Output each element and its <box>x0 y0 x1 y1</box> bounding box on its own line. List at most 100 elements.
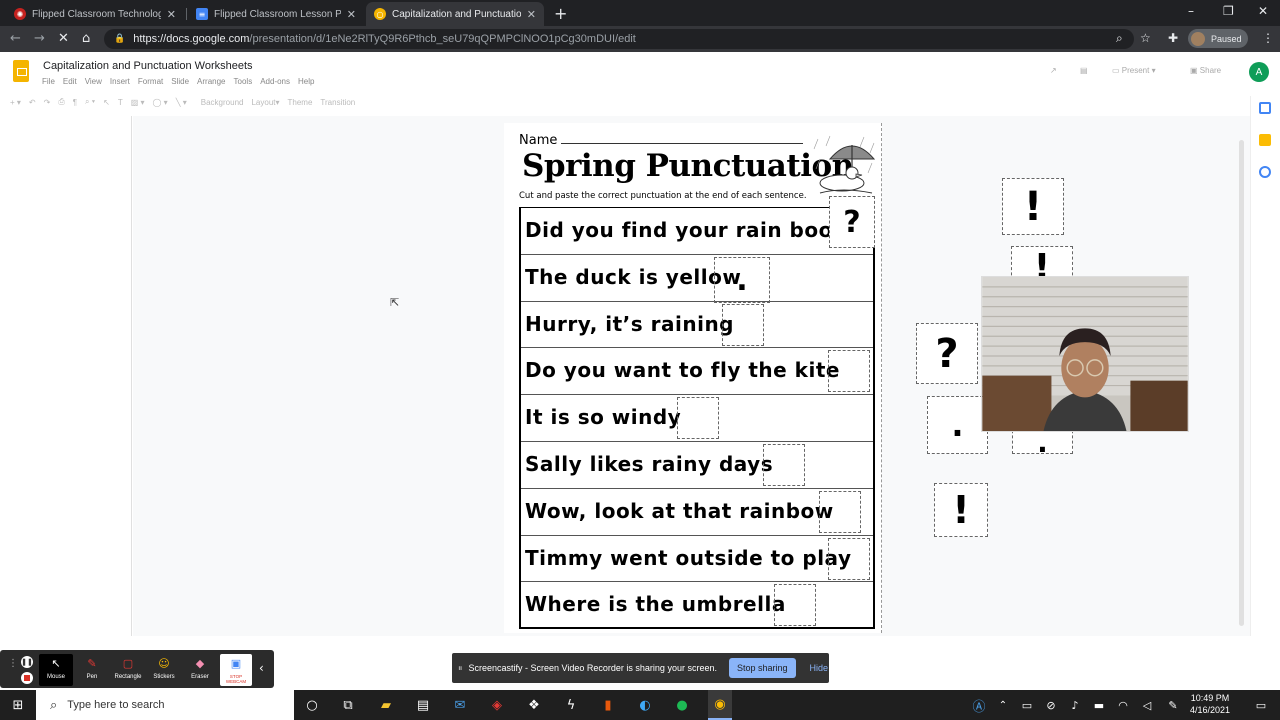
spotify-icon[interactable]: ● <box>673 697 691 713</box>
select-icon[interactable]: ↖ <box>103 98 110 107</box>
image-icon[interactable]: ▨ ▾ <box>131 98 145 107</box>
edge-icon[interactable]: ◐ <box>636 697 654 713</box>
address-bar[interactable]: 🔒 https://docs.google.com/presentation/d… <box>104 29 1134 49</box>
stickers-tool[interactable]: ☺ Stickers <box>147 654 181 686</box>
period-piece[interactable]: . <box>927 396 988 454</box>
tab-flipped-technology[interactable]: ✺ Flipped Classroom Technology A ✕ <box>6 2 184 26</box>
collapse-chevron-icon[interactable]: ‹ <box>259 661 264 675</box>
taskbar-search[interactable]: ⌕ Type here to search <box>36 690 294 720</box>
calendar-icon[interactable] <box>1259 102 1271 114</box>
answer-box[interactable] <box>828 537 870 580</box>
menu-file[interactable]: File <box>42 77 55 86</box>
exclamation-piece[interactable]: ! <box>1002 178 1064 235</box>
mail-icon[interactable]: ✉ <box>451 697 469 713</box>
paint-format-icon[interactable]: ¶ <box>73 98 77 107</box>
tasks-icon[interactable] <box>1259 166 1271 178</box>
file-explorer-icon[interactable]: ▰ <box>377 697 395 713</box>
line-icon[interactable]: ╲ ▾ <box>176 98 187 107</box>
cortana-icon[interactable]: ○ <box>303 697 321 713</box>
answer-box[interactable] <box>763 444 805 486</box>
background-button[interactable]: Background <box>201 98 244 107</box>
tray-network-icon[interactable]: ⊘ <box>1042 697 1060 713</box>
slides-logo-icon[interactable] <box>13 60 29 82</box>
hide-button[interactable]: Hide <box>810 663 829 673</box>
answer-box[interactable] <box>828 350 870 393</box>
close-tab-icon[interactable]: ✕ <box>167 8 176 21</box>
tray-devices-icon[interactable]: ▭ <box>1018 697 1036 713</box>
menu-addons[interactable]: Add-ons <box>260 77 290 86</box>
dropbox-icon[interactable]: ❖ <box>525 697 543 713</box>
task-view-icon[interactable]: ⧉ <box>339 697 357 713</box>
print-icon[interactable]: ⎙ <box>58 97 64 107</box>
maximize-icon[interactable]: ❐ <box>1223 4 1234 18</box>
tray-app-icon[interactable]: Ⓐ <box>970 697 988 715</box>
acrobat-icon[interactable]: ◈ <box>488 697 506 713</box>
tab-capitalization-punctuation[interactable]: ○ Capitalization and Punctuation W ✕ <box>366 2 544 26</box>
answer-box[interactable] <box>722 303 764 346</box>
bookmark-star-icon[interactable]: ☆ <box>1140 31 1151 45</box>
minimize-icon[interactable]: – <box>1188 4 1194 18</box>
menu-tools[interactable]: Tools <box>234 77 253 86</box>
menu-arrange[interactable]: Arrange <box>197 77 225 86</box>
back-icon[interactable]: ← <box>10 31 21 46</box>
office-icon[interactable]: ▮ <box>599 697 617 713</box>
battery-icon[interactable]: ▬ <box>1090 697 1108 713</box>
drag-handle-icon[interactable]: ⏸ <box>458 663 463 674</box>
stop-recording-icon[interactable] <box>21 672 33 684</box>
comments-icon[interactable]: ▤ <box>1080 66 1088 75</box>
theme-button[interactable]: Theme <box>288 98 313 107</box>
slide-filmstrip[interactable] <box>0 116 132 636</box>
period-piece[interactable]: . <box>714 257 770 303</box>
windows-start-icon[interactable]: ⊞ <box>9 697 27 713</box>
drag-handle-icon[interactable]: ⋮ <box>8 658 18 669</box>
document-title[interactable]: Capitalization and Punctuation Worksheet… <box>43 60 253 72</box>
zoom-icon[interactable]: ⌕ <box>1116 31 1123 46</box>
menu-format[interactable]: Format <box>138 77 163 86</box>
close-tab-icon[interactable]: ✕ <box>527 8 536 21</box>
extensions-icon[interactable]: ✚ <box>1168 31 1178 45</box>
menu-slide[interactable]: Slide <box>171 77 189 86</box>
activity-icon[interactable]: ↗ <box>1050 66 1057 75</box>
menu-help[interactable]: Help <box>298 77 314 86</box>
eraser-tool[interactable]: ◆ Eraser <box>183 654 217 686</box>
menu-view[interactable]: View <box>85 77 102 86</box>
new-tab-icon[interactable]: + <box>554 4 567 23</box>
notifications-icon[interactable]: ▭ <box>1252 697 1270 713</box>
question-mark-piece[interactable]: ? <box>916 323 978 384</box>
undo-icon[interactable]: ↶ <box>29 98 36 107</box>
zoom-tool-icon[interactable]: ⌕ ▾ <box>85 97 95 107</box>
store-icon[interactable]: ▤ <box>414 697 432 713</box>
answer-box[interactable] <box>677 397 719 440</box>
exclamation-piece[interactable]: ! <box>934 483 988 537</box>
present-button[interactable]: ▭ Present ▾ <box>1112 66 1156 75</box>
volume-icon[interactable]: ◁ <box>1138 697 1156 713</box>
shape-icon[interactable]: ◯ ▾ <box>153 98 168 107</box>
tab-flipped-lesson-plan[interactable]: ≡ Flipped Classroom Lesson Plan T ✕ <box>188 2 364 26</box>
chrome-icon[interactable]: ◉ <box>708 690 732 720</box>
taskbar-clock[interactable]: 10:49 PM 4/16/2021 <box>1190 692 1230 716</box>
transition-button[interactable]: Transition <box>320 98 355 107</box>
new-slide-icon[interactable]: + ▾ <box>10 98 21 107</box>
stop-sharing-button[interactable]: Stop sharing <box>728 658 796 678</box>
account-avatar[interactable]: A <box>1249 62 1269 82</box>
profile-button[interactable]: Paused <box>1188 29 1248 48</box>
share-button[interactable]: ▣ Share <box>1190 66 1221 75</box>
answer-box[interactable] <box>819 490 861 533</box>
webcam-overlay[interactable] <box>981 276 1189 432</box>
rectangle-tool[interactable]: ▢ Rectangle <box>111 654 145 686</box>
bolt-app-icon[interactable]: ϟ <box>562 697 580 713</box>
textbox-icon[interactable]: T <box>118 98 123 107</box>
forward-icon[interactable]: → <box>34 31 45 46</box>
mouse-tool[interactable]: ↖ Mouse <box>39 654 73 686</box>
wifi-icon[interactable]: ◠ <box>1114 697 1132 713</box>
keep-icon[interactable] <box>1259 134 1271 146</box>
menu-insert[interactable]: Insert <box>110 77 130 86</box>
home-icon[interactable]: ⌂ <box>82 31 90 46</box>
layout-button[interactable]: Layout▾ <box>251 98 279 107</box>
answer-box[interactable] <box>774 584 816 627</box>
redo-icon[interactable]: ↷ <box>44 98 51 107</box>
pen-workspace-icon[interactable]: ✎ <box>1164 697 1182 713</box>
tray-chevron-icon[interactable]: ⌃ <box>994 697 1012 713</box>
tray-microphone-icon[interactable]: ♪ <box>1066 697 1084 713</box>
stop-loading-icon[interactable]: ✕ <box>58 31 69 46</box>
